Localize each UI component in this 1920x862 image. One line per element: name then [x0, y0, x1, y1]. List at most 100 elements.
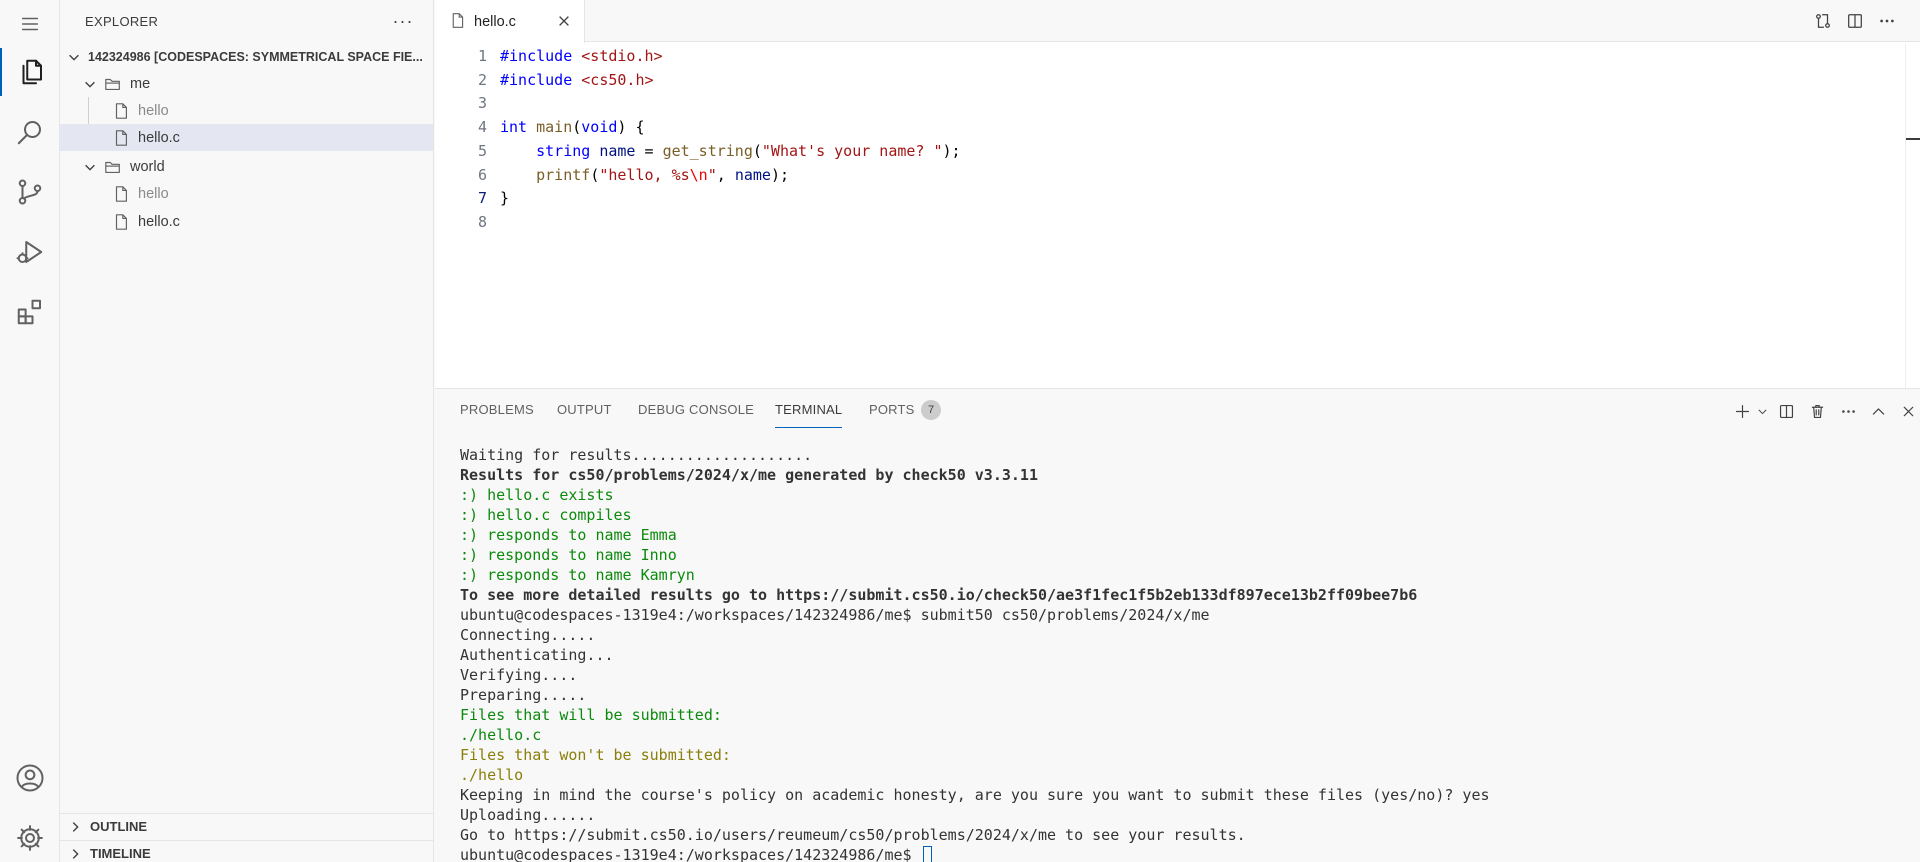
code-token: string: [536, 141, 591, 160]
tab-output[interactable]: OUTPUT: [557, 402, 612, 428]
manage-settings-button[interactable]: [0, 814, 60, 862]
line-number: 5: [477, 141, 487, 160]
close-panel-button[interactable]: [1896, 399, 1920, 423]
editor-scrollbar-track: [1905, 44, 1906, 388]
tree-file-label: hello.c: [138, 129, 180, 146]
code-line: #include <stdio.h>: [500, 45, 663, 69]
tab-debug-console[interactable]: DEBUG CONSOLE: [638, 402, 754, 428]
code-token: ,: [716, 165, 735, 184]
code-line: int main(void) {: [500, 116, 645, 140]
line-number: 3: [477, 94, 487, 113]
terminal-line: Uploading......: [460, 806, 596, 824]
tree-file-hello-binary[interactable]: hello: [60, 180, 433, 207]
code-token: (: [572, 118, 582, 137]
code-token: }: [500, 189, 510, 208]
split-editor-button[interactable]: [1842, 8, 1868, 34]
terminal-line: Connecting.....: [460, 626, 596, 644]
editor-tab-bar: hello.c: [435, 0, 1920, 43]
trash-icon: [1811, 404, 1823, 418]
terminal-line: Authenticating...: [460, 646, 614, 664]
split-editor-icon: [1779, 404, 1793, 418]
terminal-line: Files that will be submitted:: [460, 706, 722, 724]
code-token: );: [942, 141, 961, 160]
chevron-up-icon: [1872, 407, 1884, 415]
line-number: 4: [477, 118, 487, 137]
terminal-line: Results for cs50/problems/2024/x/me gene…: [460, 466, 1038, 484]
tree-folder-me[interactable]: me: [60, 70, 433, 97]
extensions-activity-button[interactable]: [0, 288, 60, 336]
code-token: <cs50.h>: [572, 70, 654, 89]
code-line: }: [500, 187, 509, 211]
code-editor[interactable]: 1 #include <stdio.h> 2 #include <cs50.h> 3 4 i…: [435, 44, 1905, 388]
editor-tab-label: hello.c: [474, 13, 516, 30]
explorer-title: EXPLORER: [85, 13, 159, 29]
code-token: );: [770, 165, 789, 184]
editor-tab-hello-c[interactable]: hello.c: [435, 0, 585, 43]
tree-folder-world[interactable]: world: [60, 153, 433, 180]
terminal-output[interactable]: Waiting for results.................... R…: [460, 445, 1900, 862]
tab-ports[interactable]: PORTS: [869, 402, 915, 428]
code-token: ) {: [617, 118, 645, 137]
maximize-panel-button[interactable]: [1866, 399, 1890, 423]
code-line: printf("hello, %s\n", name);: [500, 164, 789, 188]
panel-more-actions-button[interactable]: [1836, 399, 1860, 423]
tree-file-hello-c[interactable]: hello.c: [60, 208, 433, 235]
explorer-activity-button[interactable]: [0, 48, 60, 96]
terminal-line: :) responds to name Kamryn: [460, 566, 695, 584]
open-changes-button[interactable]: [1810, 8, 1836, 34]
terminal-line: ./hello: [460, 766, 524, 784]
close-tab-button[interactable]: [554, 11, 574, 31]
tree-file-hello-binary[interactable]: hello: [60, 97, 433, 124]
tab-terminal[interactable]: TERMINAL: [775, 402, 843, 428]
timeline-section-header[interactable]: TIMELINE: [60, 840, 433, 862]
files-icon: [22, 59, 42, 85]
file-icon: [112, 185, 130, 203]
settings-gear-icon: [17, 825, 43, 851]
tree-folder-label: world: [130, 158, 165, 175]
code-token: int: [500, 118, 528, 137]
workspace-root-label: 142324986 [CODESPACES: SYMMETRICAL SPACE…: [88, 49, 423, 64]
explorer-more-actions-button[interactable]: ···: [390, 8, 416, 34]
tab-problems[interactable]: PROBLEMS: [460, 402, 534, 428]
activity-bar: [0, 0, 60, 862]
source-control-activity-button[interactable]: [0, 168, 60, 216]
terminal-profile-dropdown[interactable]: [1754, 399, 1770, 423]
terminal-line: Verifying....: [460, 666, 578, 684]
menu-button[interactable]: [0, 0, 60, 48]
split-editor-icon: [1848, 14, 1862, 28]
close-icon: [559, 16, 569, 26]
code-line: string name = get_string("What's your na…: [500, 140, 961, 164]
explorer-sidebar: EXPLORER ··· 142324986 [CODESPACES: SYMM…: [60, 0, 434, 862]
editor-more-actions-button[interactable]: [1874, 8, 1900, 34]
terminal-line: :) hello.c exists: [460, 486, 614, 504]
tree-file-label: hello: [138, 102, 169, 119]
timeline-label: TIMELINE: [90, 846, 151, 861]
accounts-button[interactable]: [0, 754, 60, 802]
close-icon: [1903, 406, 1913, 416]
code-token: printf: [536, 165, 591, 184]
more-icon: [1841, 409, 1855, 413]
new-terminal-button[interactable]: [1730, 399, 1754, 423]
more-icon: [1880, 19, 1894, 23]
code-token: get_string: [662, 141, 753, 160]
run-debug-activity-button[interactable]: [0, 228, 60, 276]
search-icon: [17, 121, 41, 145]
split-terminal-button[interactable]: [1774, 399, 1798, 423]
kill-terminal-button[interactable]: [1805, 399, 1829, 423]
folder-open-icon: [104, 75, 122, 93]
code-token: name: [599, 141, 636, 160]
code-token: (: [590, 165, 600, 184]
folder-open-icon: [104, 158, 122, 176]
tree-file-hello-c[interactable]: hello.c: [60, 124, 433, 151]
terminal-line: Waiting for results....................: [460, 446, 813, 464]
terminal-cursor[interactable]: [922, 846, 932, 862]
outline-section-header[interactable]: OUTLINE: [60, 813, 433, 839]
workspace-root[interactable]: 142324986 [CODESPACES: SYMMETRICAL SPACE…: [60, 43, 433, 70]
file-icon: [112, 213, 130, 231]
code-token: <stdio.h>: [572, 47, 663, 65]
search-activity-button[interactable]: [0, 108, 60, 156]
run-debug-icon: [16, 241, 43, 263]
